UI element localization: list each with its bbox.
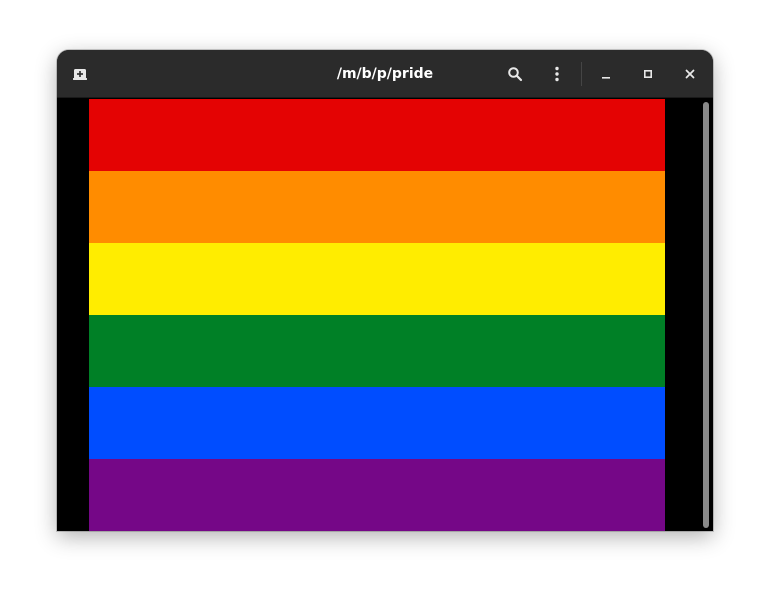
tab-new-icon (72, 66, 88, 82)
flag-stripe-red (89, 99, 665, 171)
vertical-scrollbar[interactable] (703, 102, 709, 528)
close-icon (684, 65, 696, 84)
image-viewport[interactable] (57, 99, 713, 531)
flag-stripe-violet (89, 459, 665, 531)
headerbar: /m/b/p/pride (57, 50, 713, 98)
image-viewer-window: /m/b/p/pride (57, 50, 713, 531)
search-icon (507, 66, 523, 82)
headerbar-separator (581, 62, 582, 86)
new-tab-button[interactable] (64, 58, 96, 90)
desktop: /m/b/p/pride (0, 0, 770, 594)
window-title: /m/b/p/pride (336, 66, 434, 82)
maximize-button[interactable] (636, 62, 660, 86)
minimize-icon (600, 65, 612, 84)
pride-flag-image (89, 99, 665, 531)
flag-stripe-orange (89, 171, 665, 243)
flag-stripe-yellow (89, 243, 665, 315)
flag-stripe-green (89, 315, 665, 387)
maximize-icon (642, 65, 654, 84)
minimize-button[interactable] (594, 62, 618, 86)
flag-stripe-blue (89, 387, 665, 459)
search-button[interactable] (499, 58, 531, 90)
kebab-menu-icon (549, 66, 565, 82)
close-button[interactable] (678, 62, 702, 86)
main-menu-button[interactable] (541, 58, 573, 90)
